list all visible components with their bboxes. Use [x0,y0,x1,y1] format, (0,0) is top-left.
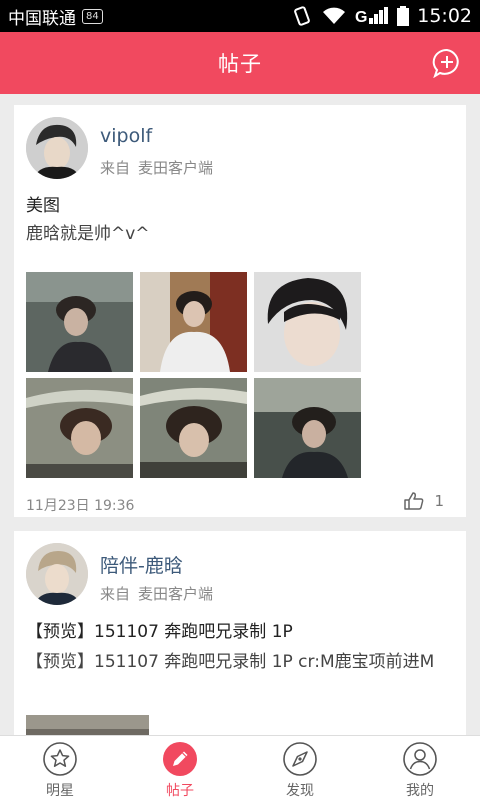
page-title: 帖子 [218,52,262,76]
tab-label: 帖子 [166,783,194,799]
post-image[interactable] [26,715,149,735]
tab-mine[interactable]: 我的 [360,736,480,800]
post-image[interactable] [140,272,247,372]
source-prefix: 来自 [100,585,131,603]
tab-discover[interactable]: 发现 [240,736,360,800]
post-image[interactable] [26,272,133,372]
image-grid [26,272,362,478]
avatar[interactable] [26,117,88,179]
network-badge: 84 [82,8,103,24]
post-card[interactable]: vipolf 来自 麦田客户端 美图 鹿晗就是帅^v^ 11月23日 19:36… [14,105,466,517]
signal-icon: G [355,7,389,26]
post-username[interactable]: 陪伴-鹿晗 [100,551,183,578]
status-bar: 中国联通 84 G 15:02 [0,0,480,32]
post-body: 鹿晗就是帅^v^ [26,224,150,244]
post-username[interactable]: vipolf [100,125,152,147]
clock: 15:02 [417,5,472,27]
wifi-icon [323,7,346,24]
post-body: 【预览】151107 奔跑吧兄录制 1P cr:M鹿宝项前进M [26,652,435,672]
compass-icon [283,742,317,776]
post-source: 来自 麦田客户端 [100,157,213,178]
post-image[interactable] [140,378,247,478]
post-feed[interactable]: vipolf 来自 麦田客户端 美图 鹿晗就是帅^v^ 11月23日 19:36… [0,94,480,735]
tab-label: 明星 [46,783,74,799]
tab-label: 发现 [286,783,314,799]
pencil-icon [163,742,197,776]
star-icon [43,742,77,776]
post-title: 美图 [26,196,60,216]
battery-icon [397,6,410,26]
svg-text:G: G [355,9,367,26]
post-title: 【预览】151107 奔跑吧兄录制 1P [26,622,293,642]
source-client: 麦田客户端 [138,585,214,603]
post-image[interactable] [254,272,361,372]
tab-posts[interactable]: 帖子 [120,736,240,800]
tab-star[interactable]: 明星 [0,736,120,800]
source-prefix: 来自 [100,159,131,177]
post-image[interactable] [26,378,133,478]
bottom-tab-bar: 明星 帖子 发现 我的 [0,735,480,800]
title-bar: 帖子 [0,32,480,94]
carrier-name: 中国联通 [8,8,76,29]
thumbs-up-icon [404,492,424,510]
avatar[interactable] [26,543,88,605]
person-icon [403,742,437,776]
like-count: 1 [434,492,444,510]
source-client: 麦田客户端 [138,159,214,177]
add-comment-icon[interactable] [432,48,462,78]
tab-label: 我的 [406,783,434,799]
post-source: 来自 麦田客户端 [100,583,213,604]
vibrate-icon [294,6,311,26]
like-button[interactable]: 1 [404,492,444,510]
post-timestamp: 11月23日 19:36 [26,498,135,514]
post-card[interactable]: 陪伴-鹿晗 来自 麦田客户端 【预览】151107 奔跑吧兄录制 1P 【预览】1… [14,531,466,735]
post-image[interactable] [254,378,361,478]
